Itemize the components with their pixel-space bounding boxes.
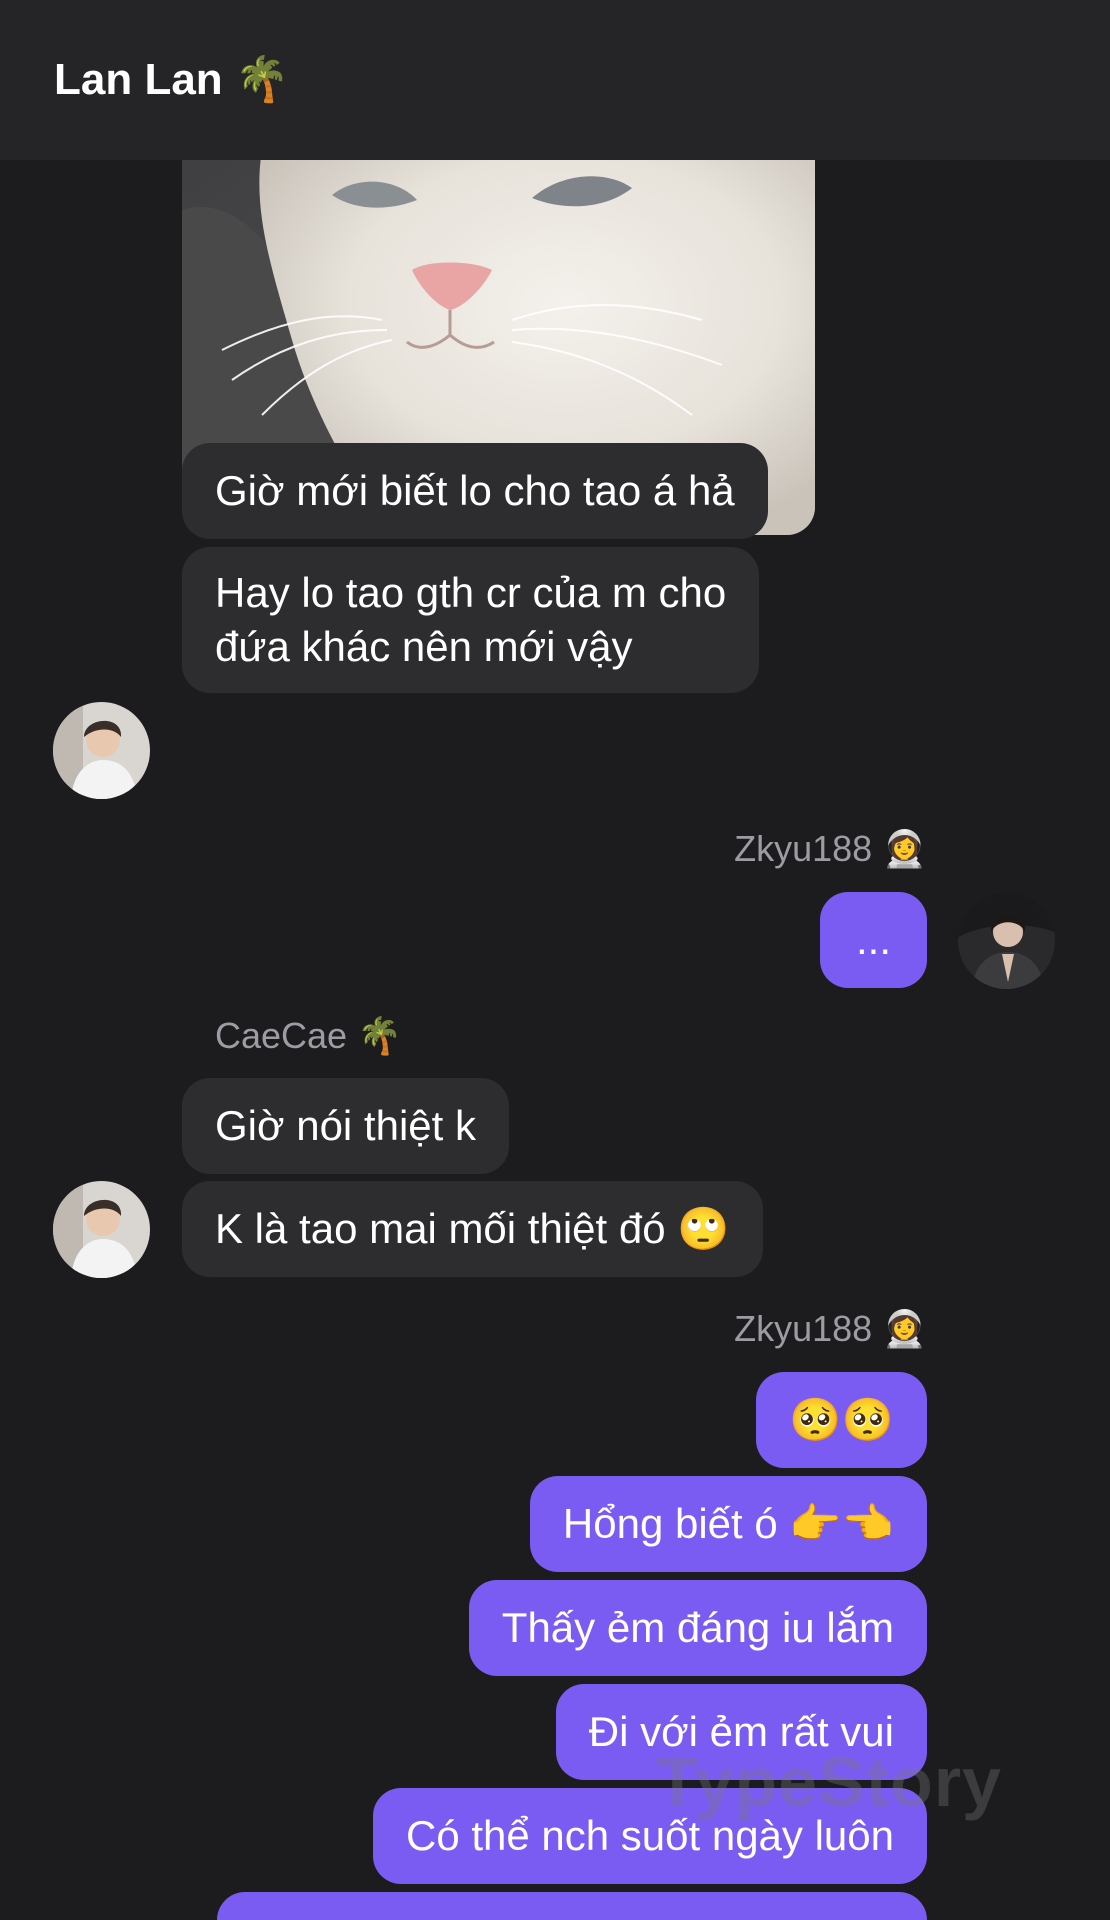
sender-name: Zkyu188 👩‍🚀 xyxy=(734,1308,927,1349)
message-text-line: Hay lo tao gth cr của m cho xyxy=(215,569,727,616)
contact-avatar[interactable] xyxy=(53,1181,150,1278)
incoming-message[interactable]: Giờ nói thiệt k xyxy=(182,1078,509,1174)
my-avatar[interactable] xyxy=(958,892,1055,989)
message-text: Hổng biết ó 👉👈 xyxy=(562,1500,894,1547)
message-text: 🥺🥺 xyxy=(789,1396,894,1443)
incoming-message[interactable]: Giờ mới biết lo cho tao á hả xyxy=(182,443,768,539)
message-text-line: đứa khác nên mới vậy xyxy=(215,623,633,670)
message-text: ... xyxy=(855,916,891,963)
sender-name: CaeCae 🌴 xyxy=(215,1015,402,1056)
outgoing-message[interactable]: Hổng biết ó 👉👈 xyxy=(529,1476,927,1572)
avatar-image xyxy=(958,892,1055,989)
sender-name: Zkyu188 👩‍🚀 xyxy=(734,828,927,869)
message-text: Giờ nói thiệt k xyxy=(215,1102,476,1149)
chat-title[interactable]: Lan Lan 🌴 xyxy=(54,54,290,106)
message-text: Giờ mới biết lo cho tao á hả xyxy=(215,467,735,514)
incoming-message[interactable]: K là tao mai mối thiệt đó 🙄 xyxy=(182,1181,763,1277)
message-text: Thấy ẻm đáng iu lắm xyxy=(501,1604,894,1651)
outgoing-message-partial[interactable] xyxy=(217,1892,927,1920)
message-list[interactable]: Giờ mới biết lo cho tao á hả Hay lo tao … xyxy=(0,160,1110,1920)
outgoing-message[interactable]: Thấy ẻm đáng iu lắm xyxy=(468,1580,927,1676)
avatar-image xyxy=(53,702,150,799)
contact-avatar[interactable] xyxy=(53,702,150,799)
chat-header: Lan Lan 🌴 xyxy=(0,0,1110,160)
message-text: K là tao mai mối thiệt đó 🙄 xyxy=(215,1205,730,1252)
avatar-image xyxy=(53,1181,150,1278)
outgoing-message[interactable]: 🥺🥺 xyxy=(756,1372,927,1468)
outgoing-message[interactable]: ... xyxy=(819,892,927,988)
watermark: TypeStory xyxy=(655,1743,1002,1821)
incoming-message[interactable]: Hay lo tao gth cr của m cho đứa khác nên… xyxy=(182,547,760,693)
